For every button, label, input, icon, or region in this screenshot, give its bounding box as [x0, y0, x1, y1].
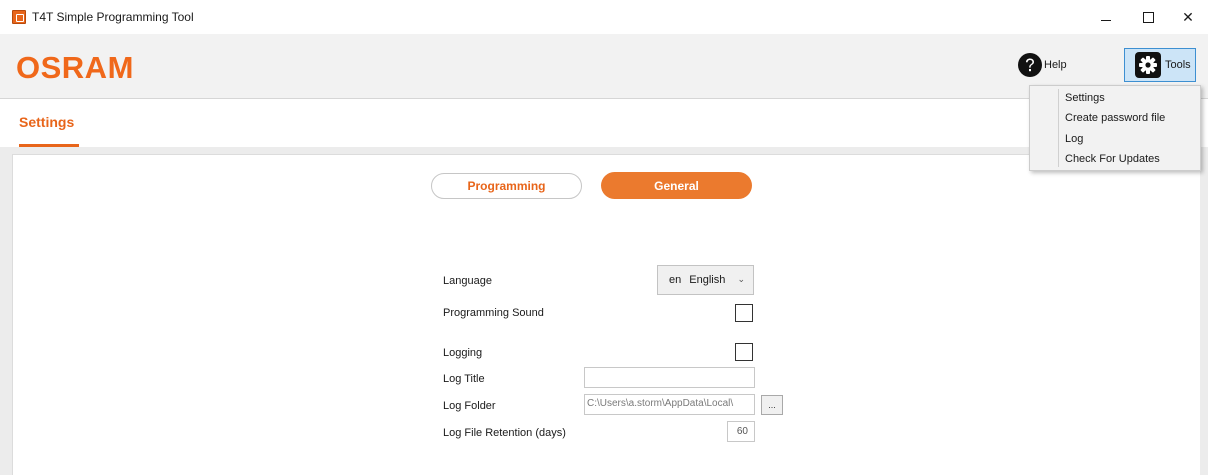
retention-input[interactable]: 60	[727, 421, 755, 442]
programming-tab-button[interactable]: Programming	[431, 173, 582, 199]
language-label: Language	[443, 275, 492, 287]
help-label: Help	[1044, 59, 1067, 71]
minimize-icon	[1101, 19, 1111, 21]
brand-logo: OSRAM	[16, 50, 134, 85]
maximize-button[interactable]	[1128, 4, 1168, 30]
log-title-label: Log Title	[443, 373, 485, 385]
log-title-input[interactable]	[584, 367, 755, 388]
app-icon	[12, 10, 26, 24]
language-code: en	[669, 274, 682, 286]
gear-icon	[1135, 52, 1161, 78]
logging-label: Logging	[443, 347, 483, 359]
help-button[interactable]: Help	[1018, 52, 1067, 78]
log-folder-input[interactable]: C:\Users\a.storm\AppData\Local\	[584, 394, 755, 415]
language-select[interactable]: en English ⌄	[657, 265, 754, 295]
question-circle-icon	[1018, 53, 1042, 77]
header-divider	[0, 98, 1208, 99]
tools-dropdown-menu: Settings Create password file Log Check …	[1029, 85, 1201, 171]
programming-sound-label: Programming Sound	[443, 307, 544, 319]
close-button[interactable]: ✕	[1168, 4, 1208, 30]
programming-sound-checkbox[interactable]	[735, 304, 753, 322]
tab-settings[interactable]: Settings	[19, 114, 74, 130]
menu-item-check-for-updates[interactable]: Check For Updates	[1065, 153, 1160, 165]
tools-button[interactable]: Tools	[1124, 48, 1196, 82]
minimize-button[interactable]	[1086, 4, 1126, 30]
chevron-down-icon: ⌄	[737, 274, 745, 284]
menu-item-create-password-file[interactable]: Create password file	[1065, 112, 1165, 124]
settings-card	[12, 154, 1200, 475]
menu-item-log[interactable]: Log	[1065, 133, 1083, 145]
maximize-icon	[1142, 11, 1154, 23]
close-icon: ✕	[1182, 8, 1194, 25]
tools-label: Tools	[1165, 59, 1191, 71]
log-folder-label: Log Folder	[443, 400, 496, 412]
logging-checkbox[interactable]	[735, 343, 753, 361]
general-tab-button[interactable]: General	[601, 172, 752, 199]
retention-label: Log File Retention (days)	[443, 427, 566, 439]
menu-gutter	[1058, 89, 1059, 167]
language-name: English	[689, 274, 726, 286]
window-title: T4T Simple Programming Tool	[32, 10, 194, 24]
menu-item-settings[interactable]: Settings	[1065, 92, 1105, 104]
browse-folder-button[interactable]: ...	[761, 395, 783, 415]
